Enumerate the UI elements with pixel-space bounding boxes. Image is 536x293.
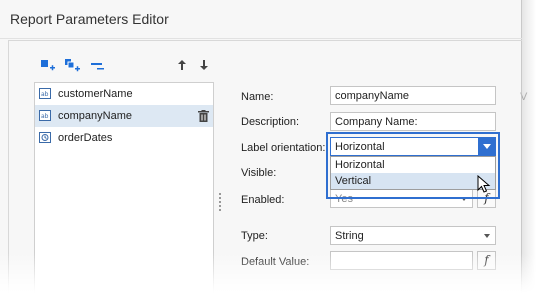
move-down-icon [200,60,208,70]
svg-text:ab: ab [41,113,49,120]
type-value: String [335,230,364,242]
window-shadow [522,0,536,293]
parameter-item-companyname[interactable]: ab companyName [35,105,213,127]
option-vertical[interactable]: Vertical [331,173,495,189]
remove-parameter-icon [91,63,104,70]
name-field[interactable]: companyName [330,86,496,105]
option-horizontal[interactable]: Horizontal [331,157,495,173]
remove-parameter-button[interactable] [90,58,106,74]
title-divider [0,38,522,39]
parameter-label: orderDates [58,132,113,144]
parameter-list[interactable]: ab customerName ab companyName orderDate… [34,82,214,293]
visible-label: Visible: [241,167,277,179]
default-value-label: Default Value: [241,256,310,268]
default-value-expression-button[interactable]: f [477,251,496,270]
add-parameter-icon [41,60,55,71]
label-orientation-dropdown[interactable]: Horizontal Vertical [330,156,496,190]
add-group-icon [65,59,80,72]
chevron-down-icon [483,144,491,149]
name-label: Name: [241,91,274,103]
text-parameter-icon: ab [39,110,51,121]
move-up-icon [178,60,186,70]
date-parameter-icon [39,132,51,143]
enabled-label: Enabled: [241,194,285,206]
type-label: Type: [241,230,268,242]
move-down-button[interactable] [199,58,209,72]
parameter-label: companyName [58,110,132,122]
editor-window: Report Parameters Editor ab customerName… [0,0,527,293]
parameter-item-orderdates[interactable]: orderDates [35,127,213,149]
default-value-field[interactable] [330,251,473,270]
window-title: Report Parameters Editor [10,11,169,27]
mouse-pointer-icon [477,175,491,193]
type-combo[interactable]: String [330,226,496,245]
description-label: Description: [241,116,300,128]
add-parameter-button[interactable] [40,58,56,74]
svg-text:ab: ab [41,91,49,98]
add-group-button[interactable] [64,58,80,74]
dropdown-button[interactable] [478,137,496,156]
splitter-handle[interactable] [219,193,222,213]
label-orientation-label: Label orientation: [241,142,326,154]
text-parameter-icon: ab [39,88,51,99]
parameter-label: customerName [58,88,133,100]
label-orientation-combo[interactable]: Horizontal [330,137,496,156]
chevron-down-icon [484,234,490,238]
delete-icon[interactable] [198,110,209,122]
label-orientation-value: Horizontal [335,141,385,153]
description-field[interactable]: Company Name: [330,112,496,131]
move-up-button[interactable] [177,58,187,72]
parameter-item-customername[interactable]: ab customerName [35,83,213,105]
